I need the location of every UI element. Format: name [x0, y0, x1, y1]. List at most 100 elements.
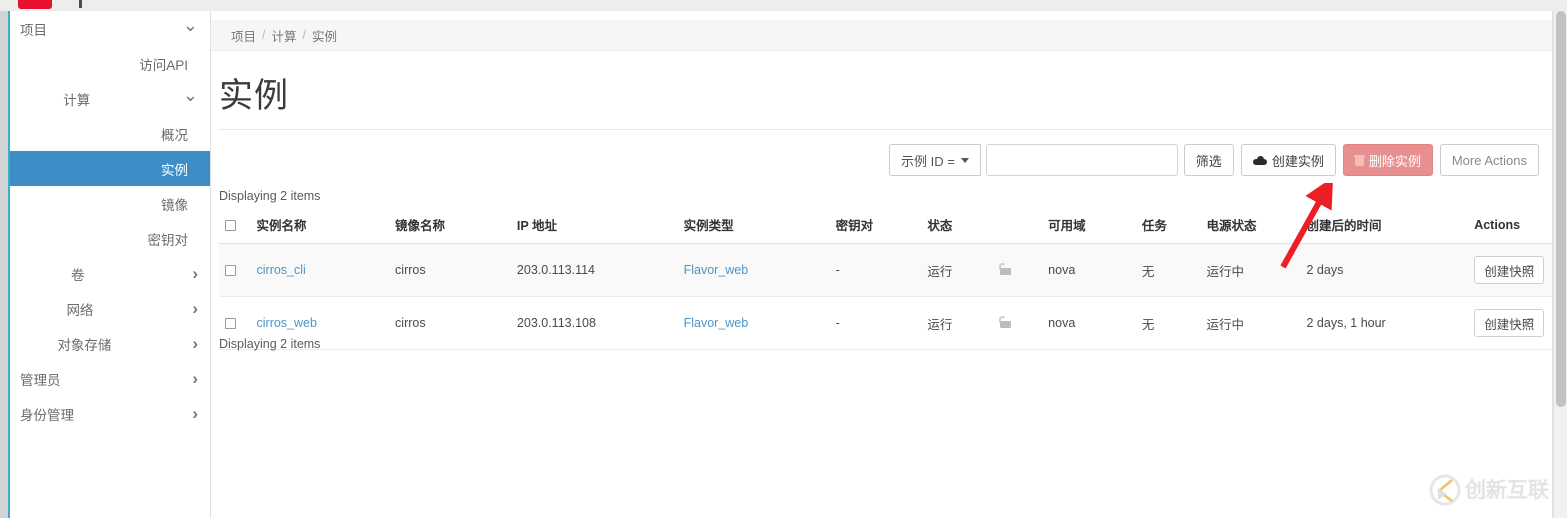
sidebar-item-label: 密钥对	[147, 232, 189, 248]
filter-button[interactable]: 筛选	[1183, 144, 1234, 176]
chevron-right-icon: ›	[192, 299, 198, 318]
task-cell: 无	[1141, 243, 1207, 297]
create-snapshot-button[interactable]: 创建快照	[1474, 309, 1545, 337]
sidebar-item-overview[interactable]: 概况	[10, 116, 210, 151]
select-all-header	[219, 207, 257, 244]
header-status[interactable]: 状态	[927, 207, 999, 244]
header-actions: Actions	[1474, 207, 1553, 244]
header-flavor[interactable]: 实例类型	[683, 207, 836, 244]
header-availability-zone[interactable]: 可用域	[1048, 207, 1142, 244]
delete-instance-button[interactable]: 删除实例	[1342, 144, 1433, 176]
vertical-scrollbar[interactable]	[1553, 11, 1567, 518]
brand-logo-icon[interactable]	[18, 0, 52, 9]
power-state-cell: 运行中	[1206, 243, 1307, 297]
row-select-checkbox[interactable]	[225, 265, 236, 277]
sidebar-item-label: 身份管理	[20, 407, 74, 423]
sidebar-item-label: 对象存储	[57, 337, 112, 353]
key-pair-value: -	[835, 316, 840, 330]
filter-field-select[interactable]: 示例 ID =	[888, 144, 981, 176]
ip-address-cell: 203.0.113.114	[516, 243, 684, 297]
select-all-checkbox[interactable]	[225, 219, 236, 231]
breadcrumb-item-compute[interactable]: 计算	[272, 26, 297, 45]
lock-state-cell	[998, 296, 1049, 350]
trash-icon	[1353, 154, 1365, 166]
sidebar-item-volumes[interactable]: 卷 ›	[10, 256, 210, 291]
row-actions-cell: 创建快照	[1474, 296, 1553, 350]
page-title: 实例	[219, 77, 289, 115]
sidebar-item-label: 概况	[161, 127, 188, 143]
sidebar-item-api-access[interactable]: 访问API	[10, 46, 210, 81]
left-gutter	[0, 11, 8, 518]
breadcrumb-item-project[interactable]: 项目	[231, 26, 256, 45]
chevron-right-icon: ›	[192, 369, 198, 388]
items-count-top: Displaying 2 items	[219, 189, 321, 203]
chevron-down-icon: ⌄	[182, 14, 198, 35]
sidebar-item-project[interactable]: 项目 ⌄	[10, 11, 210, 46]
task-value: 无	[1141, 264, 1155, 279]
header-instance-name[interactable]: 实例名称	[256, 207, 396, 244]
sidebar-item-label: 网络	[66, 302, 94, 318]
sidebar-item-compute[interactable]: 计算 ⌄	[10, 81, 210, 116]
image-name-cell: cirros	[395, 243, 517, 297]
task-value: 无	[1141, 317, 1155, 332]
sidebar-item-instances[interactable]: 实例	[10, 151, 210, 186]
instance-name-link[interactable]: cirros_web	[257, 316, 317, 330]
uptime-cell: 2 days	[1306, 243, 1475, 297]
ip-address-cell: 203.0.113.108	[516, 296, 684, 350]
row-select-cell	[219, 243, 257, 297]
power-state-value: 运行中	[1206, 317, 1245, 332]
breadcrumb: 项目 / 计算 / 实例	[211, 20, 1553, 51]
table-row[interactable]: cirros_cli cirros 203.0.113.114 Flavor_web -…	[219, 243, 1553, 297]
key-pair-cell: -	[835, 243, 928, 297]
more-actions-button[interactable]: More Actions	[1439, 144, 1539, 176]
sidebar-item-network[interactable]: 网络 ›	[10, 291, 210, 326]
dashboard-page: 项目 ⌄ 访问API 计算 ⌄ 概况 实例 镜像 密钥对卷 › 网络 › 对象存储 › 管理员 › 身份管理 › …	[0, 0, 1567, 518]
header-uptime[interactable]: 创建后的时间	[1306, 207, 1475, 244]
instance-name-link[interactable]: cirros_cli	[257, 263, 306, 277]
chevron-down-icon	[960, 157, 969, 163]
uptime-value: 2 days	[1306, 263, 1344, 277]
header-ip-address[interactable]: IP 地址	[516, 207, 684, 244]
sidebar-item-label: 访问API	[139, 57, 188, 73]
sidebar-item-key-pairs[interactable]: 密钥对	[10, 221, 210, 256]
chevron-right-icon: ›	[192, 264, 198, 283]
main-content: 项目 / 计算 / 实例 实例 示例 ID = 筛选 创建实例 删除实例 Mor…	[211, 11, 1553, 518]
scrollbar-thumb[interactable]	[1556, 11, 1566, 407]
create-snapshot-button[interactable]: 创建快照	[1474, 256, 1545, 284]
key-pair-cell: -	[835, 296, 928, 350]
create-instance-label: 创建实例	[1271, 153, 1324, 169]
sidebar-item-label: 实例	[161, 162, 188, 178]
flavor-cell: Flavor_web	[683, 243, 836, 297]
sidebar-item-admin[interactable]: 管理员 ›	[10, 361, 210, 396]
uptime-value: 2 days, 1 hour	[1306, 316, 1386, 330]
row-select-checkbox[interactable]	[225, 318, 236, 330]
header-key-pair[interactable]: 密钥对	[835, 207, 928, 244]
availability-zone-value: nova	[1048, 316, 1076, 330]
create-instance-button[interactable]: 创建实例	[1240, 144, 1336, 176]
flavor-link[interactable]: Flavor_web	[684, 316, 749, 330]
availability-zone-value: nova	[1048, 263, 1076, 277]
status-cell: 运行	[927, 243, 999, 297]
delete-instance-label: 删除实例	[1368, 153, 1421, 169]
status-cell: 运行	[927, 296, 999, 350]
availability-zone-cell: nova	[1048, 296, 1142, 350]
lock-state-cell	[998, 243, 1049, 297]
header-task[interactable]: 任务	[1141, 207, 1207, 244]
sidebar-item-identity[interactable]: 身份管理 ›	[10, 396, 210, 431]
tab-marker-icon	[79, 0, 82, 8]
sidebar-item-images[interactable]: 镜像	[10, 186, 210, 221]
breadcrumb-item-instances: 实例	[312, 29, 338, 44]
header-image-name[interactable]: 镜像名称	[395, 207, 517, 244]
ip-address-value: 203.0.113.108	[516, 316, 596, 330]
table-row[interactable]: cirros_web cirros 203.0.113.108 Flavor_web -…	[219, 296, 1553, 350]
power-state-cell: 运行中	[1206, 296, 1307, 350]
task-cell: 无	[1141, 296, 1207, 350]
table-toolbar: 示例 ID = 筛选 创建实例 删除实例 More Actions	[888, 144, 1539, 176]
title-divider	[219, 129, 1553, 130]
sidebar-item-object-store[interactable]: 对象存储 ›	[10, 326, 210, 361]
table-head: 实例名称 镜像名称 IP 地址 实例类型 密钥对 状态 可用域 任务 电源状态 …	[219, 207, 1553, 244]
flavor-link[interactable]: Flavor_web	[684, 263, 749, 277]
search-input[interactable]	[985, 144, 1178, 176]
header-power-state[interactable]: 电源状态	[1206, 207, 1307, 244]
chevron-down-icon: ⌄	[182, 84, 198, 105]
